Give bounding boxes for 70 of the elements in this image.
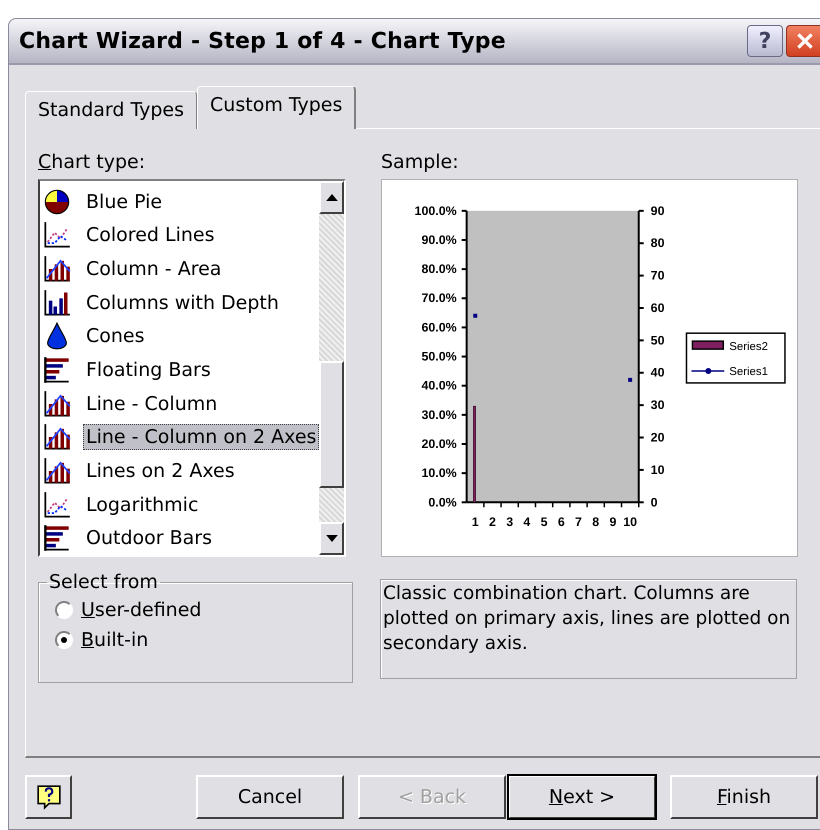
- list-item-label: Logarithmic: [85, 492, 200, 518]
- list-item-label: Columns with Depth: [85, 290, 280, 316]
- list-item[interactable]: Logarithmic: [43, 488, 320, 522]
- x-tick-label: 1: [472, 515, 479, 530]
- y-tick-label: 50.0%: [421, 350, 457, 364]
- y-tick-label: 10.0%: [421, 466, 457, 480]
- description-text: Classic combination chart. Columns are plotted on primary axis, lines are plotted on secondary axis.: [380, 579, 797, 679]
- list-item-label: Column - Area: [85, 257, 222, 282]
- y-tick-label: 30.0%: [421, 408, 457, 422]
- window-title: Chart Wizard - Step 1 of 4 - Chart Type: [19, 28, 506, 54]
- y2-tick-label: 50: [650, 333, 664, 348]
- y2-tick-label: 30: [650, 398, 664, 412]
- list-item[interactable]: Outdoor Bars: [43, 521, 320, 556]
- radio-label: User-defined: [81, 599, 202, 621]
- y2-tick-label: 80: [650, 236, 664, 250]
- tab[interactable]: Custom Types: [197, 86, 356, 129]
- list-item-label: Line - Column: [85, 392, 218, 417]
- list-item[interactable]: Blue Pie: [43, 185, 320, 219]
- y-tick-label: 100.0%: [414, 204, 457, 218]
- y2-tick-label: 60: [650, 300, 664, 315]
- y-tick-label: 90.0%: [421, 232, 457, 247]
- y2-tick-label: 40: [650, 366, 664, 380]
- help-button[interactable]: ?: [747, 25, 783, 57]
- list-item-label: Cones: [85, 324, 146, 350]
- chart-type-label: Chart type:: [38, 151, 146, 175]
- legend-label: Series1: [729, 366, 768, 378]
- list-item[interactable]: Column - Area: [43, 252, 320, 286]
- x-tick-label: 4: [523, 515, 530, 530]
- y-tick-label: 80.0%: [421, 262, 457, 276]
- x-tick-label: 3: [506, 515, 514, 530]
- radio-option[interactable]: Built-in: [55, 629, 336, 651]
- x-tick-label: 7: [575, 515, 582, 530]
- list-item-label: Colored Lines: [85, 223, 216, 248]
- y-tick-label: 40.0%: [421, 378, 457, 393]
- list-item-label: Floating Bars: [85, 358, 212, 384]
- dialog-button[interactable]: Finish: [670, 775, 818, 819]
- y-tick-label: 20.0%: [421, 436, 457, 451]
- radio-option[interactable]: User-defined: [55, 599, 336, 621]
- list-item[interactable]: Line - Column: [43, 386, 320, 420]
- x-tick-label: 5: [540, 515, 548, 530]
- y2-tick-label: 90: [650, 204, 664, 218]
- list-item[interactable]: Lines on 2 Axes: [43, 454, 320, 488]
- x-tick-label: 2: [489, 515, 496, 530]
- sample-label: Sample:: [381, 151, 460, 175]
- list-item[interactable]: Line - Column on 2 Axes: [43, 420, 320, 454]
- list-item[interactable]: Colored Lines: [43, 218, 320, 252]
- list-item-label: Lines on 2 Axes: [85, 458, 236, 484]
- list-item-label: Outdoor Bars: [85, 526, 213, 552]
- y-tick-label: 60.0%: [421, 320, 457, 334]
- x-tick-label: 6: [558, 515, 565, 530]
- y2-tick-label: 10: [650, 462, 664, 477]
- group-title: Select from: [48, 571, 159, 593]
- tab[interactable]: Standard Types: [25, 91, 198, 129]
- list-item[interactable]: Columns with Depth: [43, 286, 320, 320]
- y2-tick-label: 70: [650, 268, 664, 283]
- legend-label: Series2: [729, 341, 768, 354]
- dialog-button[interactable]: Next >: [508, 775, 656, 819]
- list-item-label: Line - Column on 2 Axes: [83, 424, 320, 450]
- y-tick-label: 0.0%: [428, 495, 457, 510]
- y2-tick-label: 0: [650, 495, 658, 510]
- x-tick-label: 8: [592, 515, 600, 530]
- x-tick-label: 9: [609, 515, 616, 530]
- list-item[interactable]: Floating Bars: [43, 353, 320, 387]
- list-item[interactable]: Cones: [43, 320, 320, 354]
- dialog-button[interactable]: Cancel: [196, 775, 344, 819]
- y-tick-label: 70.0%: [421, 291, 457, 306]
- radio-label: Built-in: [81, 629, 148, 651]
- y2-tick-label: 20: [650, 430, 664, 444]
- x-tick-label: 10: [623, 515, 638, 530]
- list-item-label: Blue Pie: [85, 190, 164, 215]
